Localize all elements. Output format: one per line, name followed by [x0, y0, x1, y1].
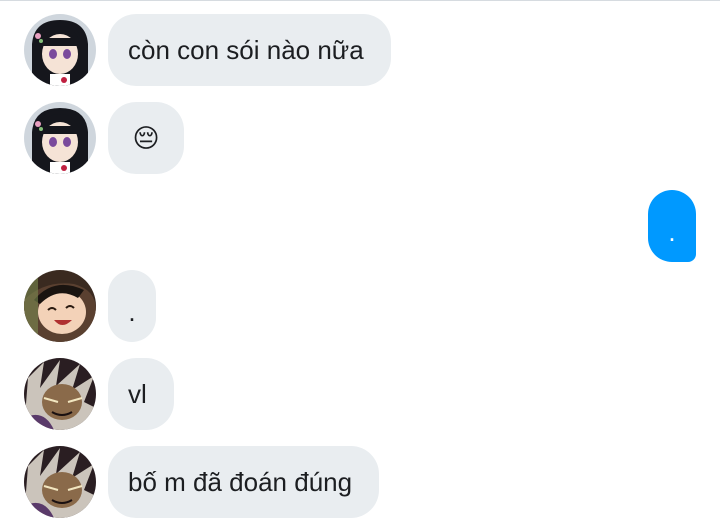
anime-boy-laughing-avatar	[24, 270, 96, 342]
sender-avatar[interactable]	[24, 358, 96, 430]
anime-dark-character-avatar	[24, 446, 96, 518]
top-divider	[0, 0, 720, 1]
sender-avatar[interactable]	[24, 102, 96, 174]
message-bubble[interactable]: 😔	[108, 102, 184, 174]
message-text: .	[668, 217, 676, 247]
message-text: .	[128, 297, 136, 327]
outgoing-message-bubble[interactable]: .	[648, 190, 696, 262]
sender-avatar[interactable]	[24, 14, 96, 86]
message-text: vl	[128, 378, 147, 409]
sender-avatar[interactable]	[24, 270, 96, 342]
message-text: bố m đã đoán đúng	[128, 466, 353, 497]
message-bubble[interactable]: còn con sói nào nữa	[108, 14, 391, 86]
anime-girl-black-hair-avatar	[24, 14, 96, 86]
message-text: còn con sói nào nữa	[128, 34, 364, 65]
message-bubble[interactable]: vl	[108, 358, 174, 430]
pensive-emoji: 😔	[132, 122, 160, 153]
anime-dark-character-avatar	[24, 358, 96, 430]
sender-avatar[interactable]	[24, 446, 96, 518]
message-bubble[interactable]: bố m đã đoán đúng	[108, 446, 380, 518]
anime-girl-black-hair-avatar	[24, 102, 96, 174]
message-bubble[interactable]: .	[108, 270, 156, 342]
